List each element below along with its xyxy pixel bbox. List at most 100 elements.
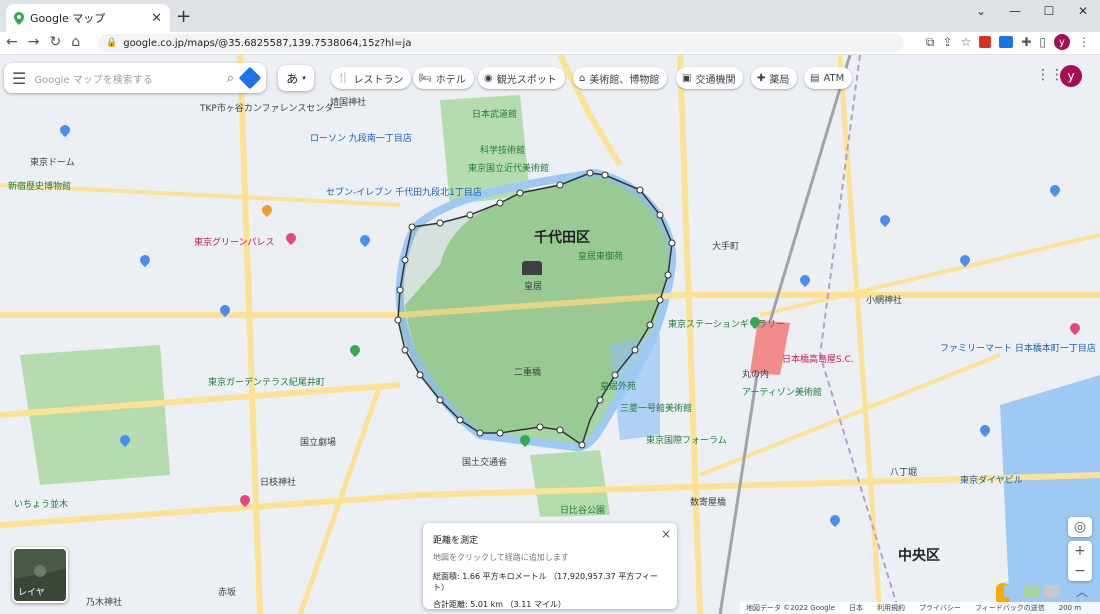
google-maps-icon: [14, 11, 24, 25]
map-label: 東京国際フォーラム: [646, 436, 727, 446]
browser-tab[interactable]: Google マップ ✕: [6, 4, 170, 32]
category-chip-transit[interactable]: ▣ 交通機関: [676, 67, 744, 89]
tab-title: Google マップ: [30, 12, 106, 25]
layer-toggle[interactable]: レイヤ: [12, 547, 68, 603]
close-window-icon[interactable]: ✕: [1066, 0, 1100, 22]
map-label: ローソン 九段南一丁目店: [310, 134, 412, 144]
chip-label: ATM: [823, 72, 845, 84]
bookmark-star-icon[interactable]: ☆: [961, 35, 972, 49]
map-label: 乃木神社: [86, 598, 123, 608]
scale-bar[interactable]: 200 m: [1059, 604, 1081, 612]
share-icon[interactable]: ⇪: [943, 35, 953, 49]
palace-label: 皇居: [524, 282, 543, 292]
puzzle-icon[interactable]: ✚: [1021, 35, 1031, 49]
chevron-up-icon[interactable]: ︿: [1076, 583, 1088, 600]
region-link[interactable]: 日本: [849, 603, 863, 613]
museum-icon: ⌂: [579, 72, 586, 84]
search-input[interactable]: Google マップを検索する: [34, 71, 218, 86]
imagery-thumbnails: [1004, 585, 1060, 597]
my-location-button[interactable]: ◎: [1068, 517, 1092, 537]
map-label: 皇居外苑: [600, 382, 637, 392]
account-avatar[interactable]: y: [1060, 65, 1082, 87]
sidepanel-icon[interactable]: ▯: [1039, 35, 1046, 49]
map-label: 日枝神社: [260, 478, 297, 488]
nav-buttons: ← → ↻ ⌂: [6, 34, 80, 50]
map-label: 東京国立近代美術館: [468, 164, 550, 174]
minimize-icon[interactable]: —: [998, 0, 1032, 22]
category-chip-restaurant[interactable]: 🍴 レストラン: [331, 67, 412, 89]
browser-profile-avatar[interactable]: y: [1054, 34, 1070, 50]
map-label: 国土交通省: [462, 458, 508, 468]
chip-label: 交通機関: [695, 74, 736, 86]
map-canvas[interactable]: 千代田区 中央区 皇居 皇居東御苑 二重橋 日比谷公園 東京ステーションギャラリ…: [0, 55, 1100, 614]
map-label: 東京グリーンパレス: [194, 238, 275, 248]
thumbnail[interactable]: [1004, 585, 1020, 597]
map-label: いちょう並木: [14, 500, 69, 510]
category-chip-pharmacy[interactable]: ✚ 薬局: [751, 67, 798, 89]
map-label: 皇居東御苑: [578, 252, 624, 262]
home-icon[interactable]: ⌂: [71, 34, 80, 50]
map-label: 東京ガーデンテラス紀尾井町: [208, 378, 325, 388]
toolbar: ← → ↻ ⌂ 🔒 google.co.jp/maps/@35.6825587,…: [0, 32, 1100, 55]
address-bar[interactable]: 🔒 google.co.jp/maps/@35.6825587,139.7538…: [98, 34, 904, 52]
extension-area: ⧉ ⇪ ☆ ✚ ▯ y ⋮: [926, 34, 1090, 50]
layer-label: レイヤ: [18, 588, 45, 598]
fork-knife-icon: 🍴: [337, 72, 350, 84]
category-chip-sightseeing[interactable]: ◉ 観光スポット: [478, 67, 565, 89]
measure-distance: 合計距離: 5.01 km （3.11 マイル）: [433, 600, 566, 609]
close-icon[interactable]: ×: [661, 527, 671, 541]
install-icon[interactable]: ⧉: [926, 35, 935, 50]
map-label: 日本橋高島屋S.C.: [782, 355, 854, 365]
maximize-icon[interactable]: ☐: [1032, 0, 1066, 22]
category-chip-atm[interactable]: ▤ ATM: [804, 67, 853, 89]
pdf-extension-icon[interactable]: [979, 36, 992, 48]
chip-label: レストラン: [353, 74, 404, 86]
map-attribution: 地図データ ©2022 Google: [746, 604, 835, 612]
privacy-link[interactable]: プライバシー: [919, 603, 961, 613]
reload-icon[interactable]: ↻: [49, 34, 61, 50]
hamburger-menu-icon[interactable]: ☰: [12, 69, 26, 88]
thumbnail[interactable]: [1044, 585, 1060, 597]
ward-label-chuo: 中央区: [898, 548, 940, 564]
forward-icon[interactable]: →: [28, 34, 40, 50]
new-tab-icon[interactable]: +: [176, 6, 191, 27]
palace-icon[interactable]: [522, 261, 542, 275]
ward-label-chiyoda: 千代田区: [534, 230, 590, 246]
chip-label: ホテル: [435, 74, 466, 86]
feedback-link[interactable]: フィードバックの送信: [975, 603, 1045, 613]
map-label: 赤坂: [218, 588, 237, 598]
thumbnail[interactable]: [1024, 585, 1040, 597]
url-text: google.co.jp/maps/@35.6825587,139.753806…: [123, 37, 412, 49]
map-label: ファミリーマート 日本橋本町一丁目店: [940, 344, 1096, 354]
map-label: アーティゾン美術館: [742, 388, 822, 398]
pharmacy-icon: ✚: [757, 72, 766, 84]
train-icon: ▣: [682, 72, 692, 84]
close-tab-icon[interactable]: ✕: [151, 11, 162, 26]
camera-icon: ◉: [484, 72, 493, 84]
search-icon[interactable]: ⌕: [227, 71, 234, 86]
measure-hint: 地図をクリックして経路に追加します: [433, 553, 569, 562]
lock-icon[interactable]: 🔒: [106, 38, 117, 48]
terms-link[interactable]: 利用規約: [877, 603, 905, 613]
tab-strip: Google マップ ✕ + ⌄ — ☐ ✕: [0, 0, 1100, 32]
kebab-menu-icon[interactable]: ⋮: [1078, 35, 1090, 49]
zoom-in-icon[interactable]: +: [1068, 541, 1092, 561]
tab-search-icon[interactable]: ⌄: [964, 0, 998, 22]
map-label: 大手町: [712, 242, 740, 252]
category-chip-museum[interactable]: ⌂ 美術館、博物館: [573, 67, 668, 89]
zoom-out-icon[interactable]: −: [1068, 561, 1092, 581]
input-language-button[interactable]: あ ▾: [278, 65, 314, 91]
map-label: セブン-イレブン 千代田九段北1丁目店: [326, 188, 482, 198]
map-label: 東京ステーションギャラリー: [668, 320, 785, 330]
back-icon[interactable]: ←: [6, 34, 18, 50]
map-label: 小網神社: [866, 296, 903, 306]
category-chip-hotel[interactable]: 🛏 ホテル: [413, 67, 474, 89]
map-footer: 地図データ ©2022 Google 日本 利用規約 プライバシー フィードバッ…: [740, 602, 1100, 614]
map-label: 日比谷公園: [560, 506, 606, 516]
search-box[interactable]: ☰ Google マップを検索する ⌕: [4, 63, 266, 93]
directions-icon[interactable]: [238, 66, 262, 90]
extension-icon[interactable]: [999, 36, 1014, 48]
chip-label: 観光スポット: [496, 74, 557, 86]
map-label: 三菱一号館美術館: [620, 404, 693, 414]
measure-title: 距離を測定: [433, 536, 479, 546]
